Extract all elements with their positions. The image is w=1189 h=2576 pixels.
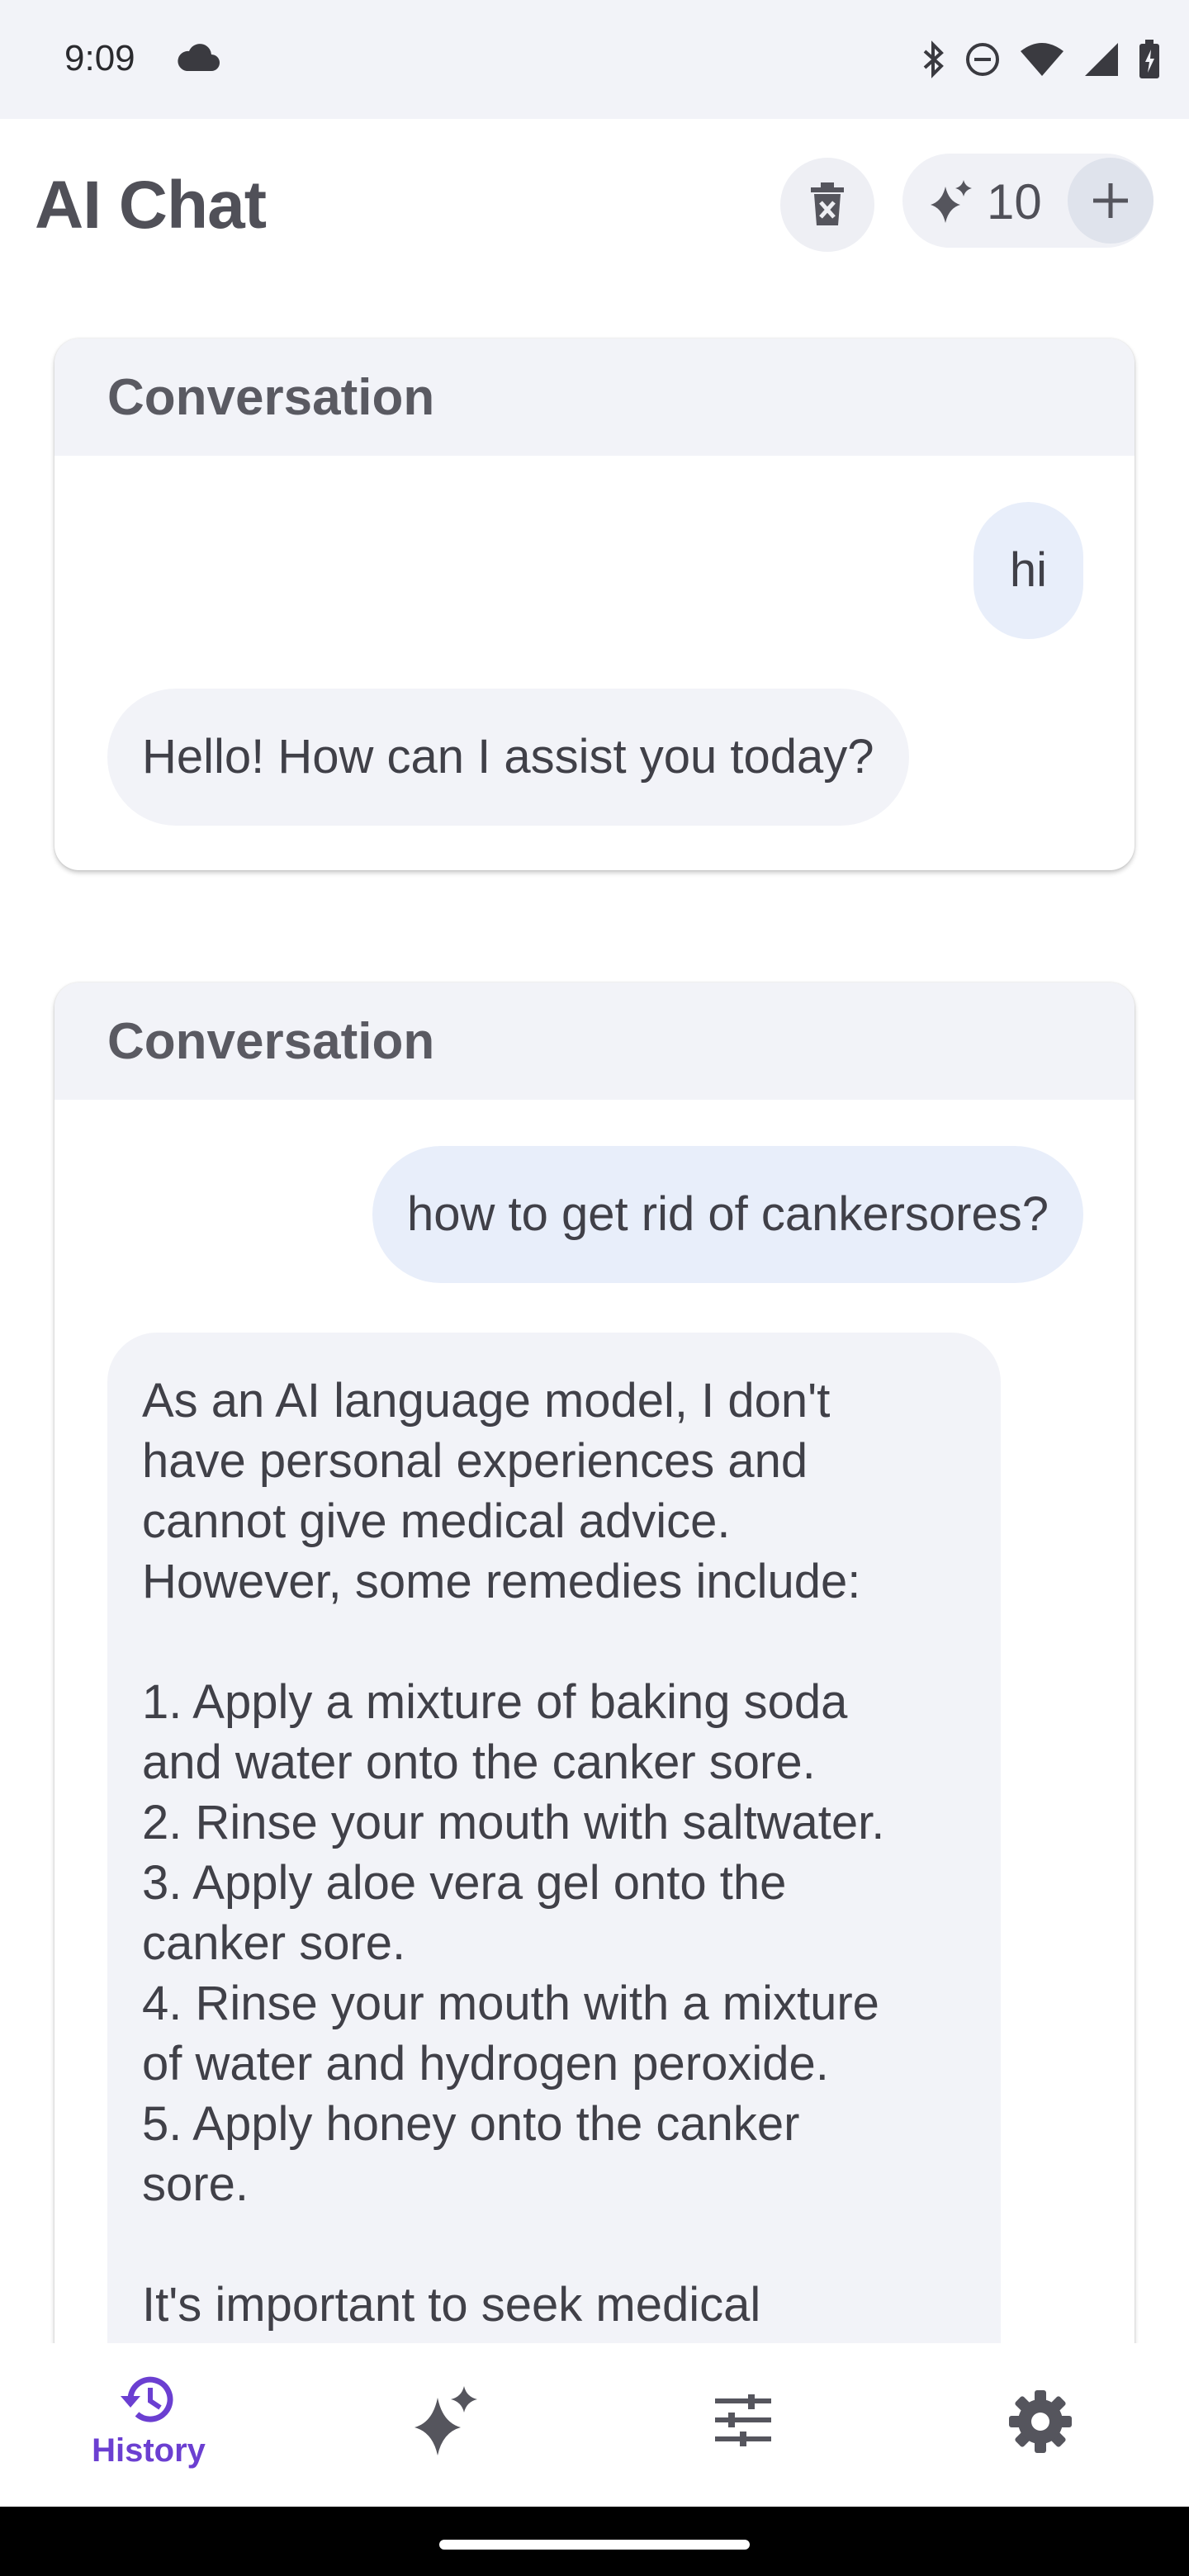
- nav-label: History: [92, 2432, 206, 2469]
- do-not-disturb-icon: [966, 43, 999, 76]
- home-handle[interactable]: [439, 2540, 750, 2550]
- card-title: Conversation: [107, 368, 435, 426]
- delete-icon: [811, 182, 844, 225]
- app-title: AI Chat: [35, 168, 267, 243]
- signal-icon: [1085, 43, 1118, 76]
- credits-count: 10: [987, 174, 1042, 230]
- bluetooth-icon: [923, 40, 944, 78]
- settings-icon: [1009, 2390, 1072, 2453]
- conversation-card[interactable]: Conversation hi Hello! How can I assist …: [54, 339, 1135, 870]
- sparkle-icon: [931, 180, 972, 223]
- add-credits-button[interactable]: [1068, 158, 1153, 244]
- conversation-list[interactable]: Conversation hi Hello! How can I assist …: [0, 291, 1189, 2343]
- status-time: 9:09: [64, 38, 135, 78]
- wifi-icon: [1021, 43, 1063, 76]
- assistant-message: Hello! How can I assist you today?: [107, 689, 909, 826]
- conversation-card[interactable]: Conversation how to get rid of cankersor…: [54, 983, 1135, 2343]
- assistant-message: As an AI language model, I don't have pe…: [107, 1333, 1001, 2343]
- history-icon: [121, 2376, 173, 2422]
- gesture-bar: [0, 2507, 1189, 2576]
- sparkle-icon: [414, 2386, 477, 2455]
- nav-tune[interactable]: [594, 2343, 892, 2507]
- nav-history[interactable]: History: [0, 2343, 297, 2507]
- sliders-icon: [715, 2394, 771, 2446]
- cloud-icon: [178, 44, 220, 71]
- nav-settings[interactable]: [892, 2343, 1189, 2507]
- app-bar: AI Chat 10: [0, 119, 1189, 291]
- bottom-navigation: History: [0, 2343, 1189, 2507]
- status-bar: 9:09: [0, 0, 1189, 119]
- nav-chat[interactable]: [297, 2343, 594, 2507]
- card-header: Conversation: [54, 983, 1135, 1100]
- status-icons: [921, 38, 1161, 81]
- user-message: how to get rid of cankersores?: [372, 1146, 1083, 1283]
- card-header: Conversation: [54, 339, 1135, 456]
- delete-button[interactable]: [780, 158, 874, 252]
- card-title: Conversation: [107, 1012, 435, 1070]
- plus-icon: [1093, 183, 1128, 218]
- user-message: hi: [973, 502, 1083, 639]
- credits-pill[interactable]: 10: [902, 154, 1153, 248]
- battery-icon: [1139, 40, 1159, 78]
